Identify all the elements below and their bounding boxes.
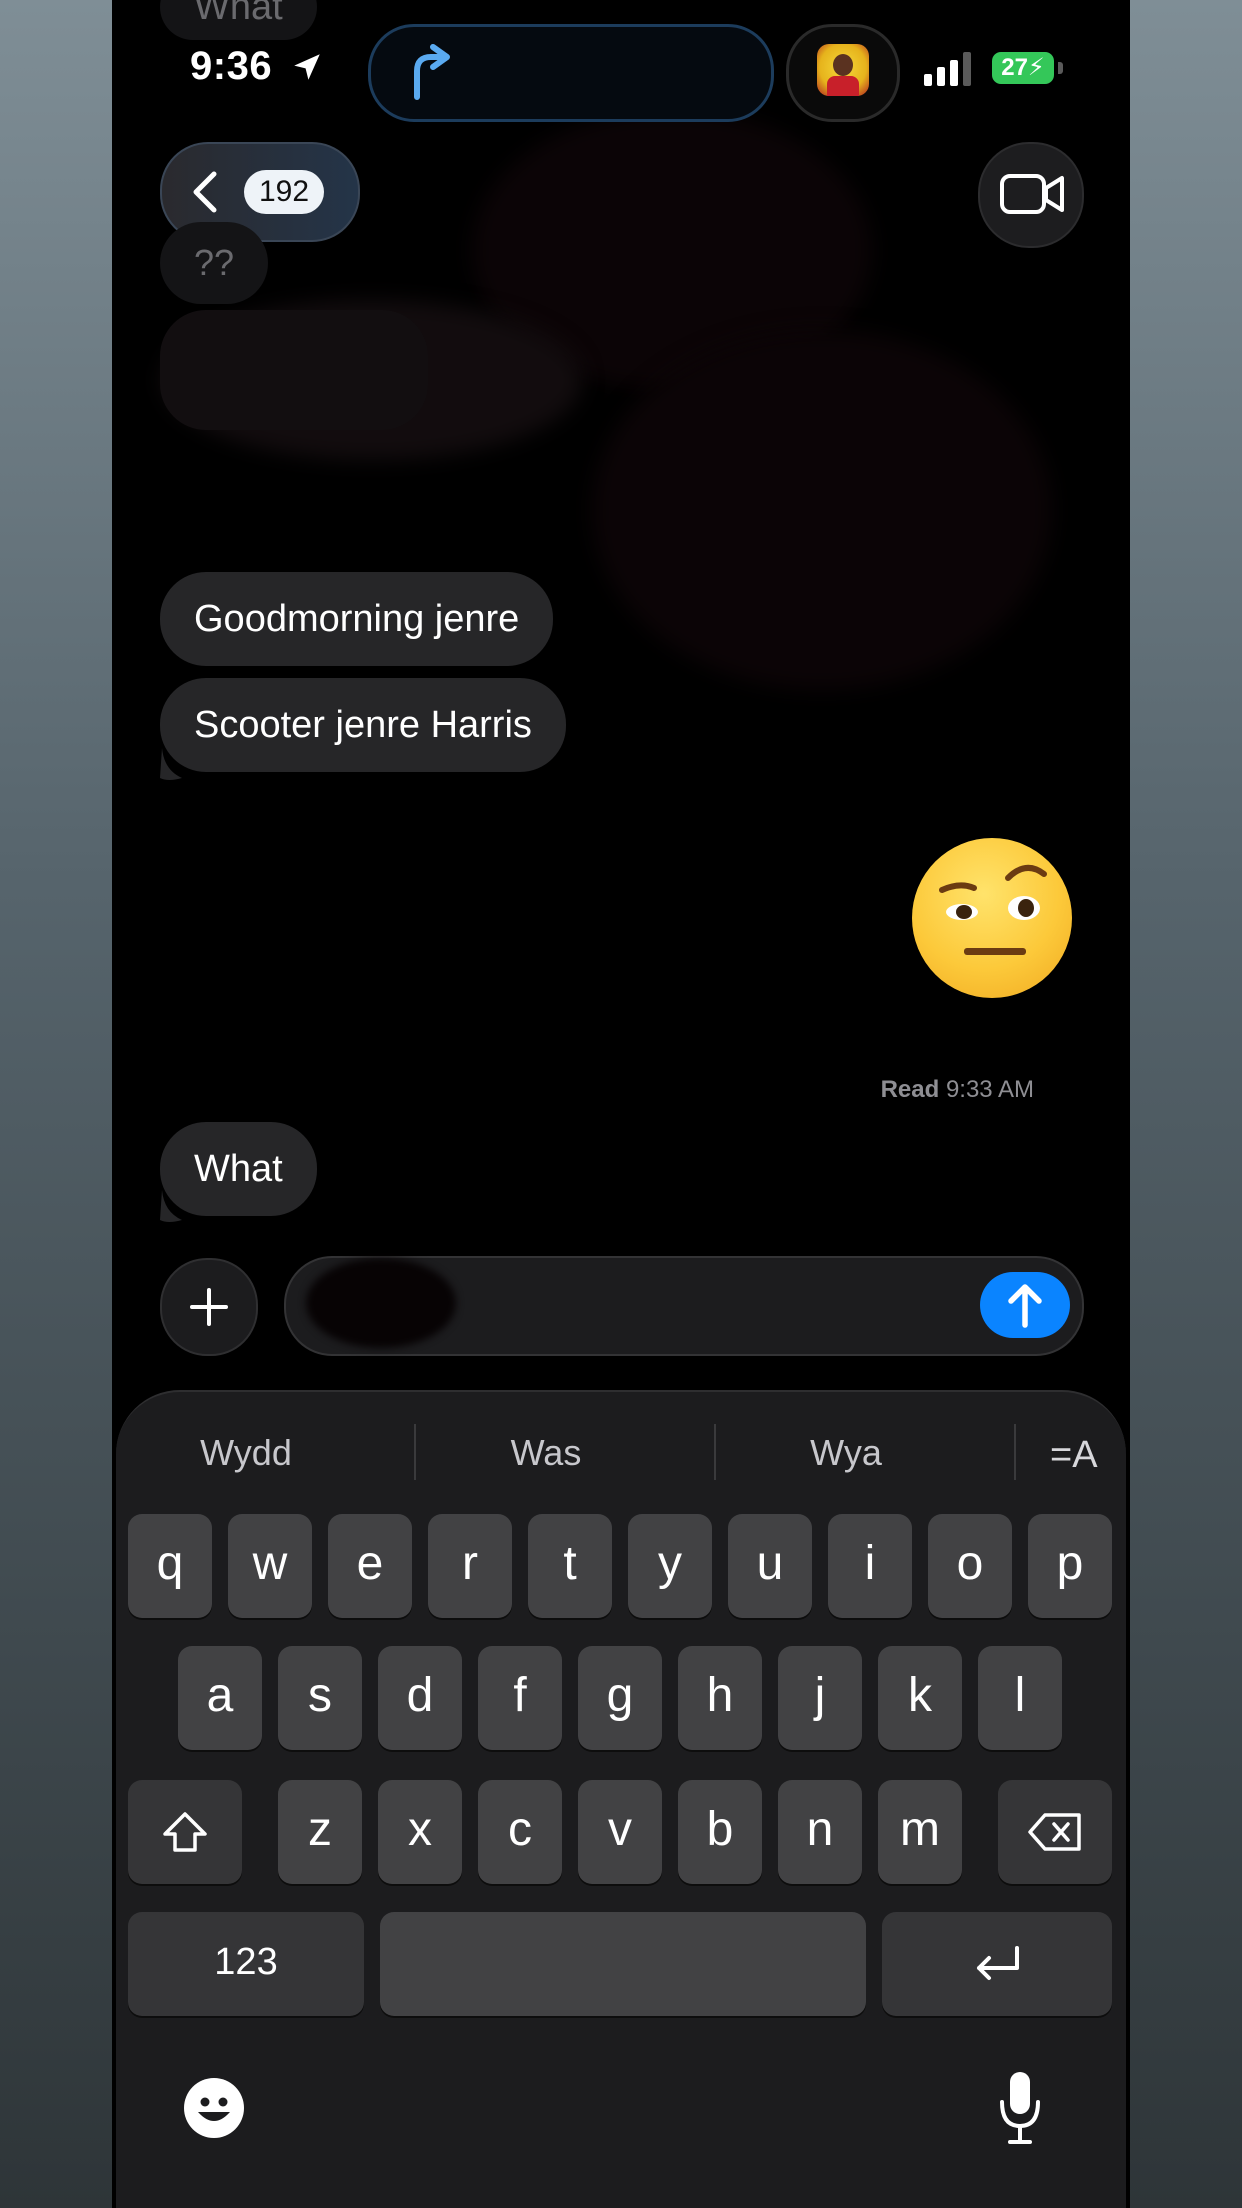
key-r[interactable]: r <box>428 1514 512 1618</box>
delete-key[interactable] <box>998 1780 1112 1884</box>
key-g[interactable]: g <box>578 1646 662 1750</box>
bubble-tail <box>160 748 182 780</box>
key-n[interactable]: n <box>778 1780 862 1884</box>
suggestion-2[interactable]: Was <box>446 1418 646 1488</box>
key-c[interactable]: c <box>478 1780 562 1884</box>
bubble-tail <box>160 1190 182 1222</box>
key-p[interactable]: p <box>1028 1514 1112 1618</box>
key-s[interactable]: s <box>278 1646 362 1750</box>
suggestion-1[interactable]: Wydd <box>146 1418 346 1488</box>
redaction-blob <box>306 1258 456 1348</box>
suggestion-3[interactable]: Wya <box>746 1418 946 1488</box>
key-d[interactable]: d <box>378 1646 462 1750</box>
suggestion-divider <box>714 1424 716 1480</box>
message-bubble-incoming[interactable]: Goodmorning jenre <box>160 572 554 666</box>
key-e[interactable]: e <box>328 1514 412 1618</box>
key-j[interactable]: j <box>778 1646 862 1750</box>
keyboard: Wydd Was Wya =A q w e r t y u i o p a s … <box>116 1390 1126 2208</box>
plus-icon <box>190 1288 228 1326</box>
key-k[interactable]: k <box>878 1646 962 1750</box>
message-text: ?? <box>194 242 235 283</box>
location-arrow-icon <box>294 54 320 80</box>
key-y[interactable]: y <box>628 1514 712 1618</box>
key-z[interactable]: z <box>278 1780 362 1884</box>
microphone-icon[interactable] <box>998 2070 1042 2146</box>
redaction-blob <box>592 330 1052 690</box>
return-key[interactable] <box>882 1912 1112 2016</box>
shift-arrow-icon <box>163 1812 207 1852</box>
message-bubble-incoming[interactable]: ?? <box>160 222 269 304</box>
battery-cap <box>1058 62 1063 74</box>
key-u[interactable]: u <box>728 1514 812 1618</box>
numbers-key[interactable]: 123 <box>128 1912 364 2016</box>
unread-count-badge: 192 <box>244 170 324 214</box>
key-v[interactable]: v <box>578 1780 662 1884</box>
read-label: Read <box>880 1076 940 1103</box>
key-a[interactable]: a <box>178 1646 262 1750</box>
backspace-icon <box>1028 1813 1081 1851</box>
key-w[interactable]: w <box>228 1514 312 1618</box>
message-text: Goodmorning jenre <box>194 598 520 640</box>
chevron-left-icon <box>193 171 217 213</box>
face-with-raised-eyebrow-emoji[interactable] <box>912 838 1072 998</box>
message-bubble-redacted[interactable] <box>160 310 428 430</box>
message-bubble-incoming[interactable]: Scooter jenre Harris <box>160 678 566 772</box>
arrow-up-icon <box>1008 1284 1042 1328</box>
emoji-face-features <box>939 865 1047 955</box>
battery-level: 27 <box>1001 54 1028 81</box>
key-b[interactable]: b <box>678 1780 762 1884</box>
cellular-signal-icon <box>924 52 971 86</box>
video-camera-icon <box>1000 174 1064 214</box>
status-time: 9:36 <box>190 44 273 88</box>
key-q[interactable]: q <box>128 1514 212 1618</box>
phone-screen: 9:36 27⚡ 192 What ?? Goodmorning jenre S… <box>112 0 1130 2208</box>
send-button[interactable] <box>980 1272 1070 1338</box>
read-receipt: Read 9:33 AM <box>881 1076 1034 1104</box>
message-bubble-incoming[interactable]: What <box>160 0 317 40</box>
message-input[interactable] <box>284 1256 1084 1356</box>
space-key[interactable] <box>380 1912 866 2016</box>
key-h[interactable]: h <box>678 1646 762 1750</box>
emoji-icon[interactable] <box>182 2076 246 2140</box>
facetime-video-button[interactable] <box>978 142 1084 248</box>
key-i[interactable]: i <box>828 1514 912 1618</box>
apps-plus-button[interactable] <box>160 1258 258 1356</box>
message-text: Scooter jenre Harris <box>194 704 532 746</box>
suggestion-divider <box>414 1424 416 1480</box>
navigation-arrow-icon <box>414 44 450 100</box>
key-o[interactable]: o <box>928 1514 1012 1618</box>
battery-indicator: 27⚡ <box>992 52 1054 84</box>
key-x[interactable]: x <box>378 1780 462 1884</box>
message-text: What <box>194 0 283 28</box>
dynamic-island-avatar[interactable] <box>786 24 900 122</box>
contact-photo <box>817 44 869 96</box>
key-m[interactable]: m <box>878 1780 962 1884</box>
key-t[interactable]: t <box>528 1514 612 1618</box>
key-l[interactable]: l <box>978 1646 1062 1750</box>
key-f[interactable]: f <box>478 1646 562 1750</box>
message-text: What <box>194 1148 283 1190</box>
text-format-icon[interactable]: =A <box>1050 1434 1098 1477</box>
shift-key[interactable] <box>128 1780 242 1884</box>
suggestion-divider <box>1014 1424 1016 1480</box>
read-time: 9:33 AM <box>945 1076 1034 1103</box>
return-arrow-icon <box>977 1946 1019 1980</box>
dynamic-island-activity[interactable] <box>368 24 774 122</box>
